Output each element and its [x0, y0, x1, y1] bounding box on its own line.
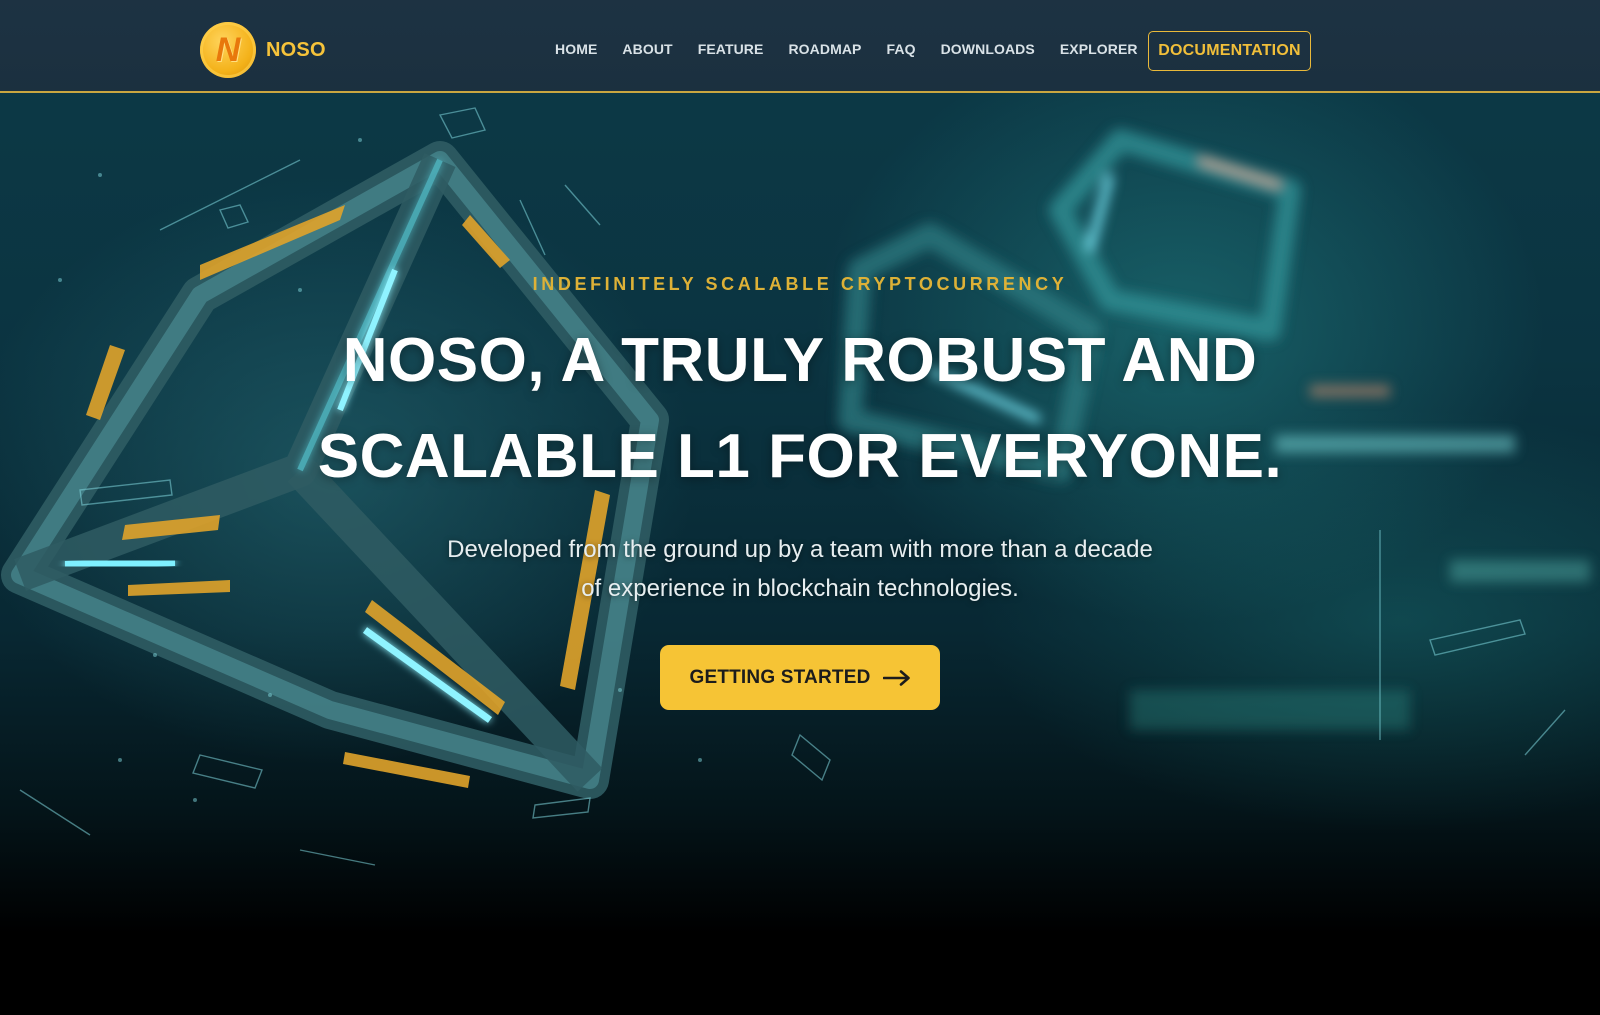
- hero-headline-line-1: NOSO, A TRULY ROBUST AND: [342, 326, 1258, 395]
- top-navbar: N NOSO HOME ABOUT FEATURE ROADMAP FAQ DO…: [0, 0, 1600, 93]
- getting-started-label: GETTING STARTED: [689, 666, 871, 688]
- brand-name: NOSO: [266, 38, 326, 61]
- brand-logo[interactable]: N NOSO: [200, 22, 326, 78]
- getting-started-button[interactable]: GETTING STARTED: [660, 645, 940, 710]
- logo-letter: N: [215, 30, 241, 69]
- hero-kicker: INDEFINITELY SCALABLE CRYPTOCURRENCY: [532, 274, 1068, 294]
- hero-headline-line-2: SCALABLE L1 FOR EVERYONE.: [317, 422, 1283, 491]
- hero-headline: NOSO, A TRULY ROBUST AND SCALABLE L1 FOR…: [0, 313, 1600, 505]
- nav-item-explorer[interactable]: EXPLORER: [1060, 41, 1138, 57]
- hero-subtext-line-1: Developed from the ground up by a team w…: [447, 536, 1153, 563]
- hero-subtext: Developed from the ground up by a team w…: [430, 530, 1170, 608]
- documentation-button[interactable]: DOCUMENTATION: [1148, 31, 1311, 71]
- hero-section: INDEFINITELY SCALABLE CRYPTOCURRENCY NOS…: [0, 0, 1600, 1015]
- hero-subtext-line-2: of experience in blockchain technologies…: [581, 575, 1019, 602]
- nav-item-downloads[interactable]: DOWNLOADS: [941, 41, 1035, 57]
- nav-item-home[interactable]: HOME: [555, 41, 597, 57]
- nav-item-faq[interactable]: FAQ: [887, 41, 916, 57]
- nav-item-about[interactable]: ABOUT: [622, 41, 672, 57]
- arrow-right-icon: [882, 669, 910, 686]
- nav-item-feature[interactable]: FEATURE: [698, 41, 764, 57]
- noso-coin-logo-icon: N: [200, 22, 256, 78]
- nav-item-roadmap[interactable]: ROADMAP: [788, 41, 861, 57]
- main-nav: HOME ABOUT FEATURE ROADMAP FAQ DOWNLOADS…: [555, 41, 1163, 57]
